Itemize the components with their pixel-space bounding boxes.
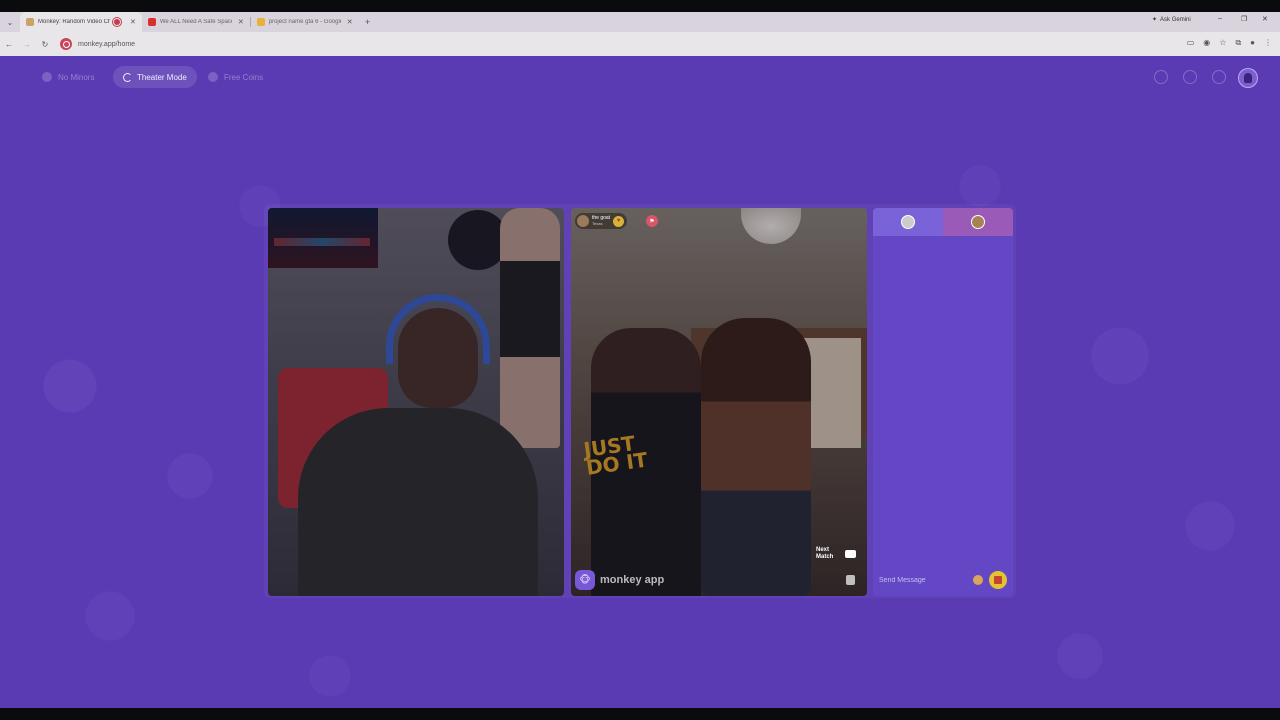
address-bar: ← → ↻ monkey.app/home ▭ ◉ ☆ ⧉ ● ⋮ — [0, 32, 1280, 56]
video-stage: JUST DO IT the goat Texas ♥ ⚑ 🐵 monkey a… — [264, 204, 1016, 598]
coin-balance-icon[interactable] — [1154, 70, 1168, 84]
report-flag-icon[interactable]: ⚑ — [646, 215, 658, 227]
headphones — [386, 294, 490, 364]
local-video — [268, 208, 564, 596]
next-match-button[interactable]: Next Match — [816, 547, 833, 561]
emoji-icon[interactable] — [973, 575, 983, 585]
chat-tab-remote[interactable] — [943, 208, 1013, 236]
pill-label: Free Coins — [224, 72, 264, 82]
gemini-sparkle-icon: ✦ — [1152, 17, 1158, 23]
monkey-favicon-icon — [26, 18, 34, 26]
youtube-favicon-icon — [147, 18, 156, 26]
messages-icon[interactable] — [1212, 70, 1226, 84]
remote-user-chip[interactable]: the goat Texas ♥ — [575, 213, 628, 229]
close-window-button[interactable]: ✕ — [1262, 15, 1268, 23]
tab-title: We ALL Need A Safe Space Sc — [159, 19, 232, 25]
tab-title: Monkey: Random Video Ch — [38, 19, 110, 25]
watermark-text: monkey app — [600, 574, 665, 586]
wall-poster — [268, 208, 378, 268]
site-info-icon[interactable] — [60, 38, 72, 50]
monkey-watermark: 🐵 monkey app — [575, 570, 664, 590]
tab-search-icon[interactable]: ⌄ — [0, 18, 20, 27]
user-avatar[interactable] — [1238, 68, 1258, 88]
tab-title: project name gta 6 - Google S — [268, 19, 341, 25]
add-friend-heart-icon[interactable]: ♥ — [613, 215, 625, 227]
self-avatar-icon — [901, 215, 915, 229]
tab-youtube[interactable]: We ALL Need A Safe Space Sc ✕ — [142, 12, 250, 32]
close-tab-icon[interactable]: ✕ — [130, 18, 136, 26]
remote-video: JUST DO IT the goat Texas ♥ ⚑ 🐵 monkey a… — [571, 208, 867, 596]
bottom-letterbox — [0, 708, 1280, 720]
monkey-app-page: No Minors Theater Mode Free Coins JUST D… — [0, 56, 1280, 708]
tab-google[interactable]: project name gta 6 - Google S ✕ — [251, 12, 359, 32]
omnibox[interactable]: monkey.app/home — [60, 36, 1160, 52]
chat-panel — [873, 208, 1013, 596]
no-minors-icon — [42, 72, 52, 82]
close-tab-icon[interactable]: ✕ — [347, 18, 353, 26]
restore-button[interactable]: ❐ — [1241, 15, 1247, 23]
chat-input-bar — [873, 568, 1013, 592]
remote-avatar-icon — [971, 215, 985, 229]
menu-kebab-icon[interactable]: ⋮ — [1264, 38, 1272, 48]
wall-art — [448, 210, 508, 270]
free-coins-button[interactable]: Free Coins — [198, 66, 273, 88]
local-person-body — [298, 408, 538, 596]
eye-icon[interactable]: ◉ — [1203, 38, 1210, 48]
send-message-input[interactable] — [879, 576, 971, 584]
ask-gemini-button[interactable]: ✦ Ask Gemini — [1152, 16, 1191, 24]
no-minors-toggle[interactable]: No Minors — [32, 66, 104, 88]
reload-button[interactable]: ↻ — [36, 40, 54, 49]
new-tab-button[interactable]: + — [359, 17, 377, 27]
coins-icon — [208, 72, 218, 82]
bookmark-star-icon[interactable]: ☆ — [1219, 38, 1226, 48]
toolbar-icons: ▭ ◉ ☆ ⧉ ● ⋮ — [1187, 38, 1272, 48]
recording-icon — [114, 19, 120, 25]
chat-tab-self[interactable] — [873, 208, 943, 236]
tab-monkey[interactable]: Monkey: Random Video Ch ✕ — [20, 12, 142, 32]
mannequin — [500, 208, 560, 448]
ask-gemini-label: Ask Gemini — [1160, 16, 1191, 23]
extensions-icon[interactable]: ⧉ — [1235, 38, 1241, 48]
browser-tab-strip: ⌄ Monkey: Random Video Ch ✕ We ALL Need … — [0, 12, 1280, 32]
next-match-line1: Next — [816, 547, 830, 553]
gift-button[interactable] — [989, 571, 1007, 589]
profile-icon[interactable]: ● — [1250, 38, 1255, 48]
next-match-line2: Match — [816, 554, 834, 560]
camera-control-icon[interactable] — [846, 575, 855, 585]
close-tab-icon[interactable]: ✕ — [238, 18, 244, 26]
theater-mode-icon — [123, 72, 132, 82]
pill-label: Theater Mode — [137, 72, 187, 82]
remote-user-avatar — [577, 215, 589, 227]
skip-icon[interactable] — [845, 550, 856, 558]
minimize-button[interactable]: – — [1218, 15, 1222, 22]
url-text[interactable]: monkey.app/home — [78, 41, 135, 48]
remote-user-location: Texas — [592, 221, 603, 226]
ceiling-light — [741, 208, 801, 244]
monkey-logo-icon: 🐵 — [575, 570, 595, 590]
remote-person-right — [701, 318, 811, 596]
chat-tabs — [873, 208, 1013, 236]
remote-user-info: the goat Texas — [592, 216, 610, 227]
google-favicon-icon — [256, 18, 265, 26]
history-icon[interactable] — [1183, 70, 1197, 84]
shirt-graphic: JUST DO IT — [582, 431, 649, 480]
top-letterbox — [0, 0, 1280, 12]
back-button[interactable]: ← — [0, 40, 18, 49]
cast-icon[interactable]: ▭ — [1187, 38, 1195, 48]
theater-mode-toggle[interactable]: Theater Mode — [113, 66, 197, 88]
forward-button[interactable]: → — [18, 40, 36, 49]
pill-label: No Minors — [58, 72, 95, 82]
